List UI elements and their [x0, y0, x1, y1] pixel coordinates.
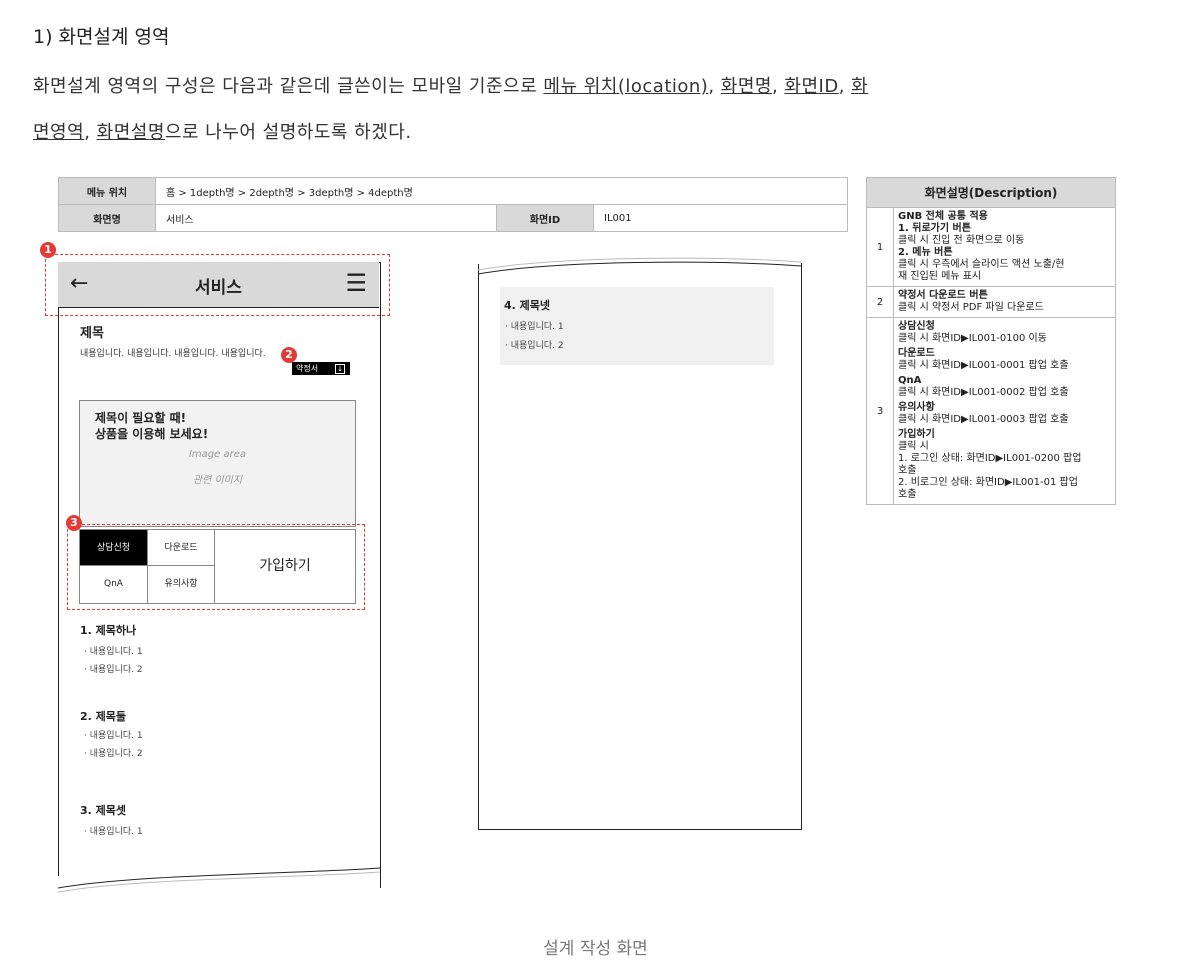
term-screen-area-a: 화: [851, 76, 869, 97]
intro-text: 화면설계 영역의 구성은 다음과 같은데 글쓴이는 모바일 기준으로: [33, 76, 544, 97]
row-number: 3: [866, 317, 894, 505]
desc-line: 클릭 시: [898, 441, 929, 452]
separator: ,: [771, 76, 785, 97]
desc-line: 1. 로그인 상태: 화면ID▶IL001-0200 팝업: [898, 453, 1082, 464]
desc-line: 약정서 다운로드 버튼: [898, 290, 988, 301]
wave-cut-top: [478, 256, 801, 275]
desc-line: 클릭 시 약정서 PDF 파일 다운로드: [898, 302, 1044, 313]
desc-line: 상담신청: [898, 321, 935, 332]
term-location: 메뉴 위치(location): [543, 76, 709, 97]
term-screen-id: 화면ID: [784, 76, 839, 97]
action-button-grid: 상담신청 다운로드 가입하기 QnA 유의사항: [79, 529, 356, 604]
desc-line: QnA: [898, 375, 922, 386]
content-subject: 제목: [80, 326, 104, 341]
description-table: 화면설명(Description) 1 GNB 전체 공통 적용 1. 뒤로가기…: [866, 177, 1116, 505]
section-4-box: 4. 제목넷 · 내용입니다. 1 · 내용입니다. 2: [500, 287, 774, 365]
description-header: 화면설명(Description): [866, 177, 1116, 208]
section-1-title: 1. 제목하나: [80, 624, 137, 637]
qna-button[interactable]: QnA: [80, 566, 148, 603]
row-number: 1: [866, 207, 894, 287]
section-3-title: 3. 제목셋: [80, 804, 127, 817]
list-item: · 내용입니다. 2: [84, 749, 143, 759]
screen-name-label: 화면명: [58, 204, 156, 232]
menu-location-value: 홈 > 1depth명 > 2depth명 > 3depth명 > 4depth…: [155, 177, 848, 205]
join-button[interactable]: 가입하기: [215, 530, 355, 603]
row-number: 2: [866, 286, 894, 318]
section-4-title: 4. 제목넷: [504, 299, 551, 312]
separator: ,: [708, 76, 721, 97]
notice-button[interactable]: 유의사항: [148, 566, 215, 603]
list-item-text: 내용입니다. 2: [510, 341, 564, 351]
list-item-text: 내용입니다. 1: [89, 731, 143, 741]
desc-line: 클릭 시 우측에서 슬라이드 액션 노출/현: [898, 259, 1065, 270]
separator: ,: [84, 122, 97, 143]
separator: ,: [838, 76, 852, 97]
desc-line: 2. 메뉴 버튼: [898, 247, 953, 258]
desc-line: 유의사항: [898, 402, 935, 413]
list-item: · 내용입니다. 2: [505, 341, 564, 351]
list-item-text: 내용입니다. 2: [89, 665, 143, 675]
description-row-2: 약정서 다운로드 버튼 클릭 시 약정서 PDF 파일 다운로드: [893, 286, 1116, 318]
desc-line: 클릭 시 화면ID▶IL001-0100 이동: [898, 333, 1047, 344]
image-area-text: Image area: [188, 449, 247, 460]
section-2-title: 2. 제목둘: [80, 710, 127, 723]
screen-name-value: 서비스: [155, 204, 497, 232]
term-screen-area-b: 면영역: [33, 122, 85, 143]
desc-line: GNB 전체 공통 적용: [898, 211, 988, 222]
desc-line: 클릭 시 화면ID▶IL001-0003 팝업 호출: [898, 414, 1069, 425]
contract-download-button[interactable]: 약정서 ↓: [292, 362, 350, 375]
list-item: · 내용입니다. 1: [84, 647, 143, 657]
desc-line: 호출: [898, 465, 917, 476]
screen-id-label: 화면ID: [496, 204, 594, 232]
banner-line-1: 제목이 필요할 때!: [95, 411, 187, 425]
desc-line: 재 진입된 메뉴 표시: [898, 271, 982, 282]
related-image-text: 관련 이미지: [192, 475, 243, 486]
list-item-text: 내용입니다. 1: [89, 647, 143, 657]
list-item-text: 내용입니다. 1: [89, 827, 143, 837]
desc-line: 호출: [898, 489, 917, 500]
image-banner: 제목이 필요할 때! 상품을 이용해 보세요! Image area 관련 이미…: [79, 400, 356, 527]
list-item-text: 내용입니다. 1: [510, 322, 564, 332]
term-screen-name: 화면명: [720, 76, 772, 97]
wave-cut-bottom: [58, 867, 380, 896]
desc-line: 가입하기: [898, 429, 935, 440]
term-screen-desc: 화면설명: [96, 122, 165, 143]
desc-line: 클릭 시 화면ID▶IL001-0001 팝업 호출: [898, 360, 1069, 371]
intro-text-end: 으로 나누어 설명하도록 하겠다.: [164, 122, 412, 143]
contract-download-label: 약정서: [296, 364, 319, 373]
download-icon: ↓: [335, 364, 345, 374]
desc-line: 클릭 시 화면ID▶IL001-0002 팝업 호출: [898, 387, 1069, 398]
screen-info-table: 메뉴 위치 홈 > 1depth명 > 2depth명 > 3depth명 > …: [58, 177, 848, 232]
desc-line: 다운로드: [898, 348, 935, 359]
annotation-area-1: [45, 254, 390, 316]
section-heading: 1) 화면설계 영역: [33, 26, 170, 48]
list-item-text: 내용입니다. 2: [89, 749, 143, 759]
desc-line: 1. 뒤로가기 버튼: [898, 223, 971, 234]
figure-caption: 설계 작성 화면: [543, 939, 648, 959]
download-button[interactable]: 다운로드: [148, 530, 215, 566]
consult-button[interactable]: 상담신청: [80, 530, 148, 566]
list-item: · 내용입니다. 1: [84, 827, 143, 837]
annotation-badge-1: 1: [40, 242, 56, 258]
menu-location-label: 메뉴 위치: [58, 177, 156, 205]
list-item: · 내용입니다. 1: [505, 322, 564, 332]
content-desc: 내용입니다. 내용입니다. 내용입니다. 내용입니다.: [80, 349, 266, 359]
desc-line: 2. 비로그인 상태: 화면ID▶IL001-01 팝업: [898, 477, 1078, 488]
desc-line: 클릭 시 진입 전 화면으로 이동: [898, 235, 1025, 246]
intro-paragraph: 화면설계 영역의 구성은 다음과 같은데 글쓴이는 모바일 기준으로 메뉴 위치…: [33, 64, 1153, 156]
screen-id-value: IL001: [593, 204, 848, 232]
description-row-1: GNB 전체 공통 적용 1. 뒤로가기 버튼 클릭 시 진입 전 화면으로 이…: [893, 207, 1116, 287]
list-item: · 내용입니다. 2: [84, 665, 143, 675]
description-row-3: 상담신청 클릭 시 화면ID▶IL001-0100 이동 다운로드 클릭 시 화…: [893, 317, 1116, 505]
list-item: · 내용입니다. 1: [84, 731, 143, 741]
banner-line-2: 상품을 이용해 보세요!: [95, 427, 209, 441]
annotation-badge-2: 2: [281, 347, 297, 363]
